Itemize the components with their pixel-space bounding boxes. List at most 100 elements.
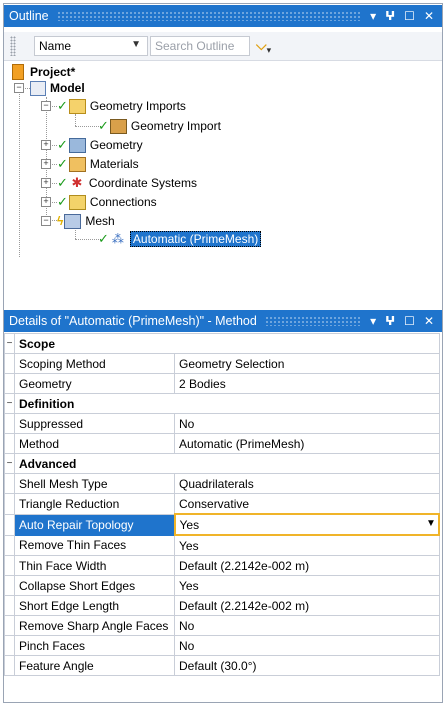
property-value[interactable]: Automatic (PrimeMesh) bbox=[174, 433, 440, 454]
property-row-auto-repair-topology[interactable]: Auto Repair Topology Yes ▼ bbox=[4, 513, 440, 536]
collapse-toggle-icon[interactable]: − bbox=[4, 453, 15, 474]
maximize-icon[interactable]: ☐ bbox=[404, 10, 415, 22]
property-row-method[interactable]: Method Automatic (PrimeMesh) bbox=[4, 433, 440, 454]
property-dropdown[interactable]: Yes ▼ bbox=[173, 513, 440, 536]
chevron-down-icon[interactable]: ▼ bbox=[424, 516, 437, 532]
expand-toggle-icon[interactable]: + bbox=[41, 140, 51, 150]
geometry-icon bbox=[68, 137, 86, 153]
folder-icon bbox=[68, 98, 86, 114]
coordinate-axes-icon: ✱ bbox=[71, 175, 83, 190]
expand-toggle-icon[interactable]: + bbox=[41, 159, 51, 169]
property-value[interactable]: 2 Bodies bbox=[174, 373, 440, 394]
property-row-short-edge-length[interactable]: Short Edge Length Default (2.2142e-002 m… bbox=[4, 595, 440, 616]
property-key: Auto Repair Topology bbox=[14, 513, 175, 536]
search-outline-input[interactable]: Search Outline bbox=[150, 36, 250, 56]
pin-icon[interactable]: ⵖ bbox=[385, 10, 395, 22]
materials-icon bbox=[68, 156, 86, 172]
property-value[interactable]: Quadrilaterals bbox=[174, 473, 440, 494]
property-key: Suppressed bbox=[14, 413, 175, 434]
lightning-icon: ϟ bbox=[57, 214, 64, 228]
collapse-toggle-icon[interactable]: − bbox=[41, 101, 51, 111]
check-icon: ✓ bbox=[98, 118, 109, 133]
toolbar-grip-icon[interactable] bbox=[10, 36, 16, 56]
expand-toggle-icon[interactable]: + bbox=[41, 178, 51, 188]
tree-label: Geometry bbox=[89, 138, 143, 152]
property-value[interactable]: Geometry Selection bbox=[174, 353, 440, 374]
tree-node-geometry[interactable]: ✓ Geometry bbox=[57, 136, 143, 154]
property-row-remove-sharp-angle-faces[interactable]: Remove Sharp Angle Faces No bbox=[4, 615, 440, 636]
outline-title: Outline bbox=[9, 9, 49, 23]
tree-node-automatic-primemesh[interactable]: ✓ ⁂ Automatic (PrimeMesh) bbox=[98, 230, 262, 248]
chevron-down-icon: ⌵ bbox=[256, 37, 267, 53]
property-value[interactable]: No bbox=[174, 413, 440, 434]
tree-node-model[interactable]: Model bbox=[30, 79, 85, 97]
collapse-toggle-icon[interactable]: − bbox=[14, 83, 24, 93]
close-icon[interactable]: ✕ bbox=[424, 315, 434, 327]
tree-node-materials[interactable]: ✓ Materials bbox=[57, 155, 139, 173]
property-row-collapse-short-edges[interactable]: Collapse Short Edges Yes bbox=[4, 575, 440, 596]
property-value[interactable]: Yes bbox=[174, 575, 440, 596]
connections-icon bbox=[68, 194, 86, 210]
property-row-suppressed[interactable]: Suppressed No bbox=[4, 413, 440, 434]
chevron-down-icon: ▼ bbox=[131, 39, 141, 50]
tree-label: Automatic (PrimeMesh) bbox=[129, 231, 262, 247]
property-key: Thin Face Width bbox=[14, 555, 175, 576]
check-icon: ✓ bbox=[57, 98, 68, 113]
titlebar-grip[interactable] bbox=[264, 316, 363, 326]
dropdown-icon[interactable]: ▾ bbox=[370, 10, 376, 22]
property-row-geometry[interactable]: Geometry 2 Bodies bbox=[4, 373, 440, 394]
property-value[interactable]: No bbox=[174, 615, 440, 636]
expand-toggle-icon[interactable]: + bbox=[41, 197, 51, 207]
tree-node-mesh[interactable]: ϟ Mesh bbox=[57, 212, 115, 230]
model-icon bbox=[30, 80, 46, 96]
property-value[interactable]: Yes bbox=[174, 534, 440, 556]
close-icon[interactable]: ✕ bbox=[424, 10, 434, 22]
property-row-thin-face-width[interactable]: Thin Face Width Default (2.2142e-002 m) bbox=[4, 555, 440, 576]
check-icon: ✓ bbox=[57, 156, 68, 171]
group-advanced[interactable]: − Advanced bbox=[4, 453, 440, 474]
collapse-toggle-icon[interactable]: − bbox=[41, 216, 51, 226]
property-key: Feature Angle bbox=[14, 655, 175, 676]
tree-label: Connections bbox=[89, 195, 157, 209]
maximize-icon[interactable]: ☐ bbox=[404, 315, 415, 327]
property-value[interactable]: Default (30.0°) bbox=[174, 655, 440, 676]
name-filter-value: Name bbox=[39, 39, 72, 53]
property-value[interactable]: Default (2.2142e-002 m) bbox=[174, 595, 440, 616]
property-row-remove-thin-faces[interactable]: Remove Thin Faces Yes bbox=[4, 534, 440, 556]
property-row-pinch-faces[interactable]: Pinch Faces No bbox=[4, 635, 440, 656]
property-key: Triangle Reduction bbox=[14, 493, 175, 515]
check-icon: ✓ bbox=[57, 194, 68, 209]
tree-label: Model bbox=[50, 81, 85, 95]
group-scope[interactable]: − Scope bbox=[4, 333, 440, 354]
property-value[interactable]: Conservative bbox=[174, 493, 440, 515]
collapse-toggle-icon[interactable]: − bbox=[4, 333, 15, 354]
property-value[interactable]: Default (2.2142e-002 m) bbox=[174, 555, 440, 576]
property-key: Collapse Short Edges bbox=[14, 575, 175, 596]
property-row-scoping-method[interactable]: Scoping Method Geometry Selection bbox=[4, 353, 440, 374]
project-book-icon bbox=[12, 64, 24, 80]
mesh-icon bbox=[64, 213, 82, 229]
filter-dropdown-button[interactable]: ⌵▾ bbox=[256, 36, 284, 56]
property-key: Method bbox=[14, 433, 175, 454]
property-key: Geometry bbox=[14, 373, 175, 394]
property-value[interactable]: No bbox=[174, 635, 440, 656]
tree-node-geometry-imports[interactable]: ✓ Geometry Imports bbox=[57, 97, 186, 115]
pin-icon[interactable]: ⵖ bbox=[385, 315, 395, 327]
tree-node-coordinate-systems[interactable]: ✓ ✱ Coordinate Systems bbox=[57, 174, 197, 192]
property-key: Short Edge Length bbox=[14, 595, 175, 616]
property-key: Remove Thin Faces bbox=[14, 534, 175, 556]
property-key: Remove Sharp Angle Faces bbox=[14, 615, 175, 636]
collapse-toggle-icon[interactable]: − bbox=[4, 393, 15, 414]
tree-node-connections[interactable]: ✓ Connections bbox=[57, 193, 157, 211]
dropdown-icon[interactable]: ▾ bbox=[370, 315, 376, 327]
name-filter-select[interactable]: Name ▼ bbox=[34, 36, 148, 56]
tree-label: Geometry Imports bbox=[89, 99, 186, 113]
property-row-shell-mesh-type[interactable]: Shell Mesh Type Quadrilaterals bbox=[4, 473, 440, 494]
outline-titlebar: Outline ▾ ⵖ ☐ ✕ bbox=[4, 5, 442, 27]
property-row-triangle-reduction[interactable]: Triangle Reduction Conservative bbox=[4, 493, 440, 515]
group-definition[interactable]: − Definition bbox=[4, 393, 440, 414]
titlebar-grip[interactable] bbox=[56, 11, 363, 21]
tree-label: Mesh bbox=[85, 214, 115, 228]
property-row-feature-angle[interactable]: Feature Angle Default (30.0°) bbox=[4, 655, 440, 676]
tree-node-geometry-import[interactable]: ✓ Geometry Import bbox=[98, 117, 221, 135]
